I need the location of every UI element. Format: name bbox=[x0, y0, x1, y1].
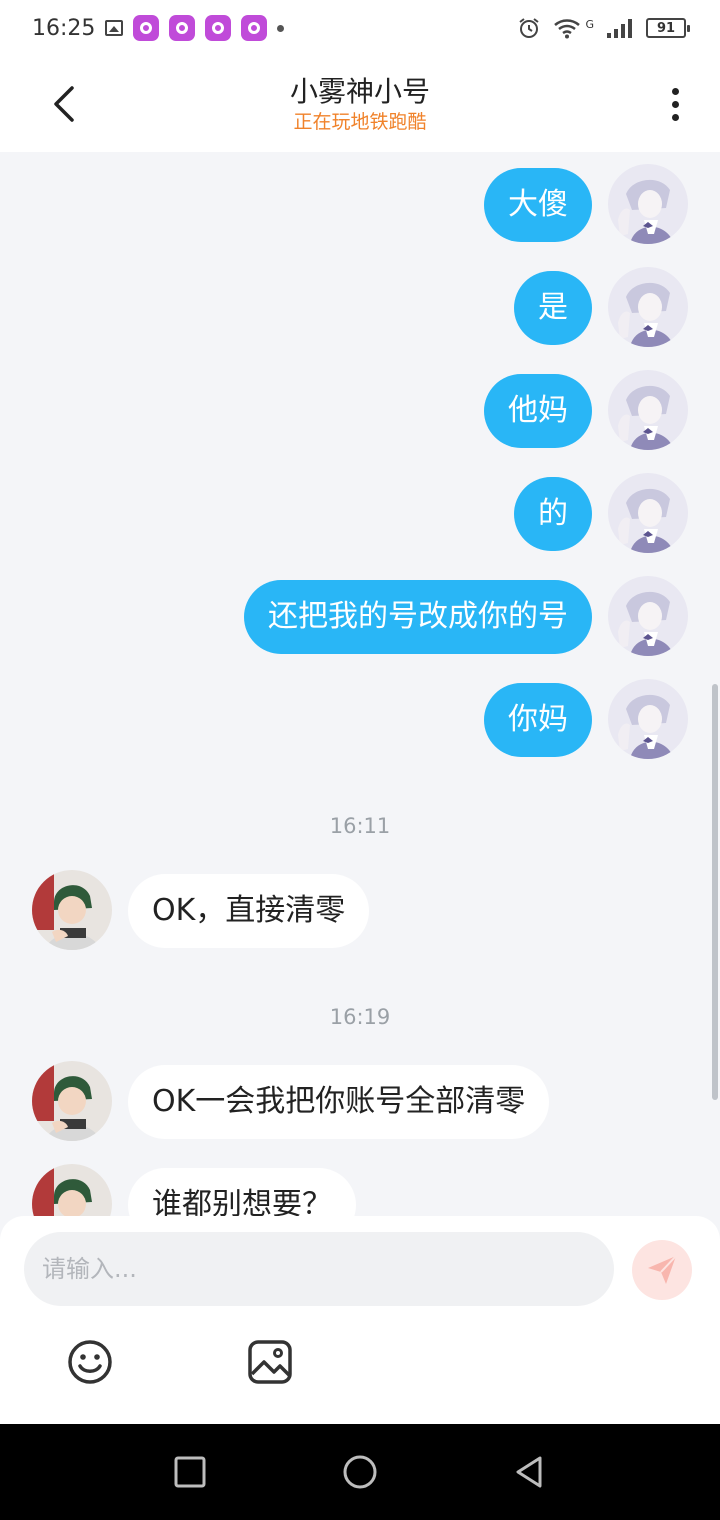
time-separator: 16:11 bbox=[329, 814, 391, 838]
image-icon bbox=[248, 1340, 292, 1384]
message-bubble-other[interactable]: OK，直接清零 bbox=[128, 874, 370, 948]
self-avatar[interactable] bbox=[608, 164, 688, 244]
gallery-notification-icon bbox=[105, 20, 124, 36]
scrollbar[interactable] bbox=[712, 684, 718, 1100]
chat-header: 小雾神小号 正在玩地铁跑酷 bbox=[0, 56, 720, 152]
message-bubble-self[interactable]: 是 bbox=[514, 271, 592, 345]
message-row: 的 bbox=[0, 473, 720, 553]
wifi-icon bbox=[554, 19, 581, 39]
triangle-back-icon bbox=[516, 1456, 542, 1488]
signal-icon bbox=[607, 19, 632, 38]
contact-avatar[interactable] bbox=[32, 870, 112, 950]
recent-apps-button[interactable] bbox=[172, 1454, 208, 1490]
self-avatar[interactable] bbox=[608, 370, 688, 450]
avatar-image bbox=[608, 473, 688, 553]
self-avatar[interactable] bbox=[608, 267, 688, 347]
more-notifications-icon bbox=[277, 24, 285, 32]
contact-avatar[interactable] bbox=[32, 1164, 112, 1216]
system-back-button[interactable] bbox=[512, 1454, 548, 1490]
send-icon bbox=[648, 1255, 677, 1284]
status-left: 16:25 bbox=[32, 15, 285, 41]
more-vertical-icon bbox=[671, 100, 679, 108]
send-button[interactable] bbox=[632, 1240, 692, 1300]
message-bubble-self[interactable]: 他妈 bbox=[484, 374, 592, 448]
avatar-image bbox=[608, 370, 688, 450]
chevron-left-icon bbox=[54, 86, 74, 122]
contact-avatar[interactable] bbox=[32, 1061, 112, 1141]
network-type-label: G bbox=[585, 17, 594, 31]
message-row: 是 bbox=[0, 267, 720, 347]
system-nav-bar bbox=[0, 1424, 720, 1520]
time-separator: 16:19 bbox=[329, 1005, 391, 1029]
status-right: G 91 bbox=[517, 16, 690, 40]
avatar-image bbox=[32, 1061, 112, 1141]
app-notification-icon bbox=[205, 15, 232, 41]
back-button[interactable] bbox=[44, 82, 84, 126]
message-bubble-self[interactable]: 还把我的号改成你的号 bbox=[244, 580, 592, 654]
app-notification-icon bbox=[241, 15, 268, 41]
message-row: 大傻 bbox=[0, 164, 720, 244]
battery-icon: 91 bbox=[646, 18, 690, 38]
message-bubble-other[interactable]: OK一会我把你账号全部清零 bbox=[128, 1065, 550, 1139]
home-button[interactable] bbox=[342, 1454, 378, 1490]
avatar-image bbox=[32, 1164, 112, 1216]
chat-title: 小雾神小号 bbox=[289, 75, 430, 108]
avatar-image bbox=[608, 267, 688, 347]
message-row: OK一会我把你账号全部清零 bbox=[0, 1061, 720, 1141]
self-avatar[interactable] bbox=[608, 576, 688, 656]
emoji-icon bbox=[68, 1340, 112, 1384]
avatar-image bbox=[608, 576, 688, 656]
message-row: OK，直接清零 bbox=[0, 870, 720, 950]
message-row: 你妈 bbox=[0, 679, 720, 759]
message-row: 他妈 bbox=[0, 370, 720, 450]
self-avatar[interactable] bbox=[608, 473, 688, 553]
avatar-image bbox=[608, 164, 688, 244]
message-bubble-self[interactable]: 你妈 bbox=[484, 683, 592, 757]
message-bubble-other[interactable]: 谁都别想要？ bbox=[128, 1168, 356, 1216]
image-button[interactable] bbox=[246, 1338, 294, 1386]
app-notification-icon bbox=[169, 15, 196, 41]
app-notification-icon bbox=[133, 15, 160, 41]
avatar-image bbox=[32, 870, 112, 950]
message-row: 谁都别想要？ bbox=[0, 1164, 720, 1216]
more-vertical-icon bbox=[671, 113, 679, 121]
more-button[interactable] bbox=[660, 82, 690, 126]
emoji-button[interactable] bbox=[66, 1338, 114, 1386]
more-vertical-icon bbox=[671, 87, 679, 95]
circle-icon bbox=[343, 1455, 377, 1489]
self-avatar[interactable] bbox=[608, 679, 688, 759]
message-bubble-self[interactable]: 大傻 bbox=[484, 168, 592, 242]
chat-status: 正在玩地铁跑酷 bbox=[293, 111, 427, 133]
message-bubble-self[interactable]: 的 bbox=[514, 477, 592, 551]
status-time: 16:25 bbox=[32, 15, 96, 41]
alarm-icon bbox=[519, 18, 540, 38]
title-wrap: 小雾神小号 正在玩地铁跑酷 bbox=[290, 74, 430, 134]
chat-list[interactable]: 大傻 是 他妈 的 还把我的号改成你的号 你妈 16:11 OK，直接清零 16… bbox=[0, 152, 720, 1216]
status-bar: 16:25 G 91 bbox=[0, 0, 720, 56]
composer bbox=[0, 1216, 720, 1424]
square-icon bbox=[174, 1456, 206, 1488]
message-row: 还把我的号改成你的号 bbox=[0, 576, 720, 656]
message-input[interactable] bbox=[24, 1232, 614, 1306]
avatar-image bbox=[608, 679, 688, 759]
